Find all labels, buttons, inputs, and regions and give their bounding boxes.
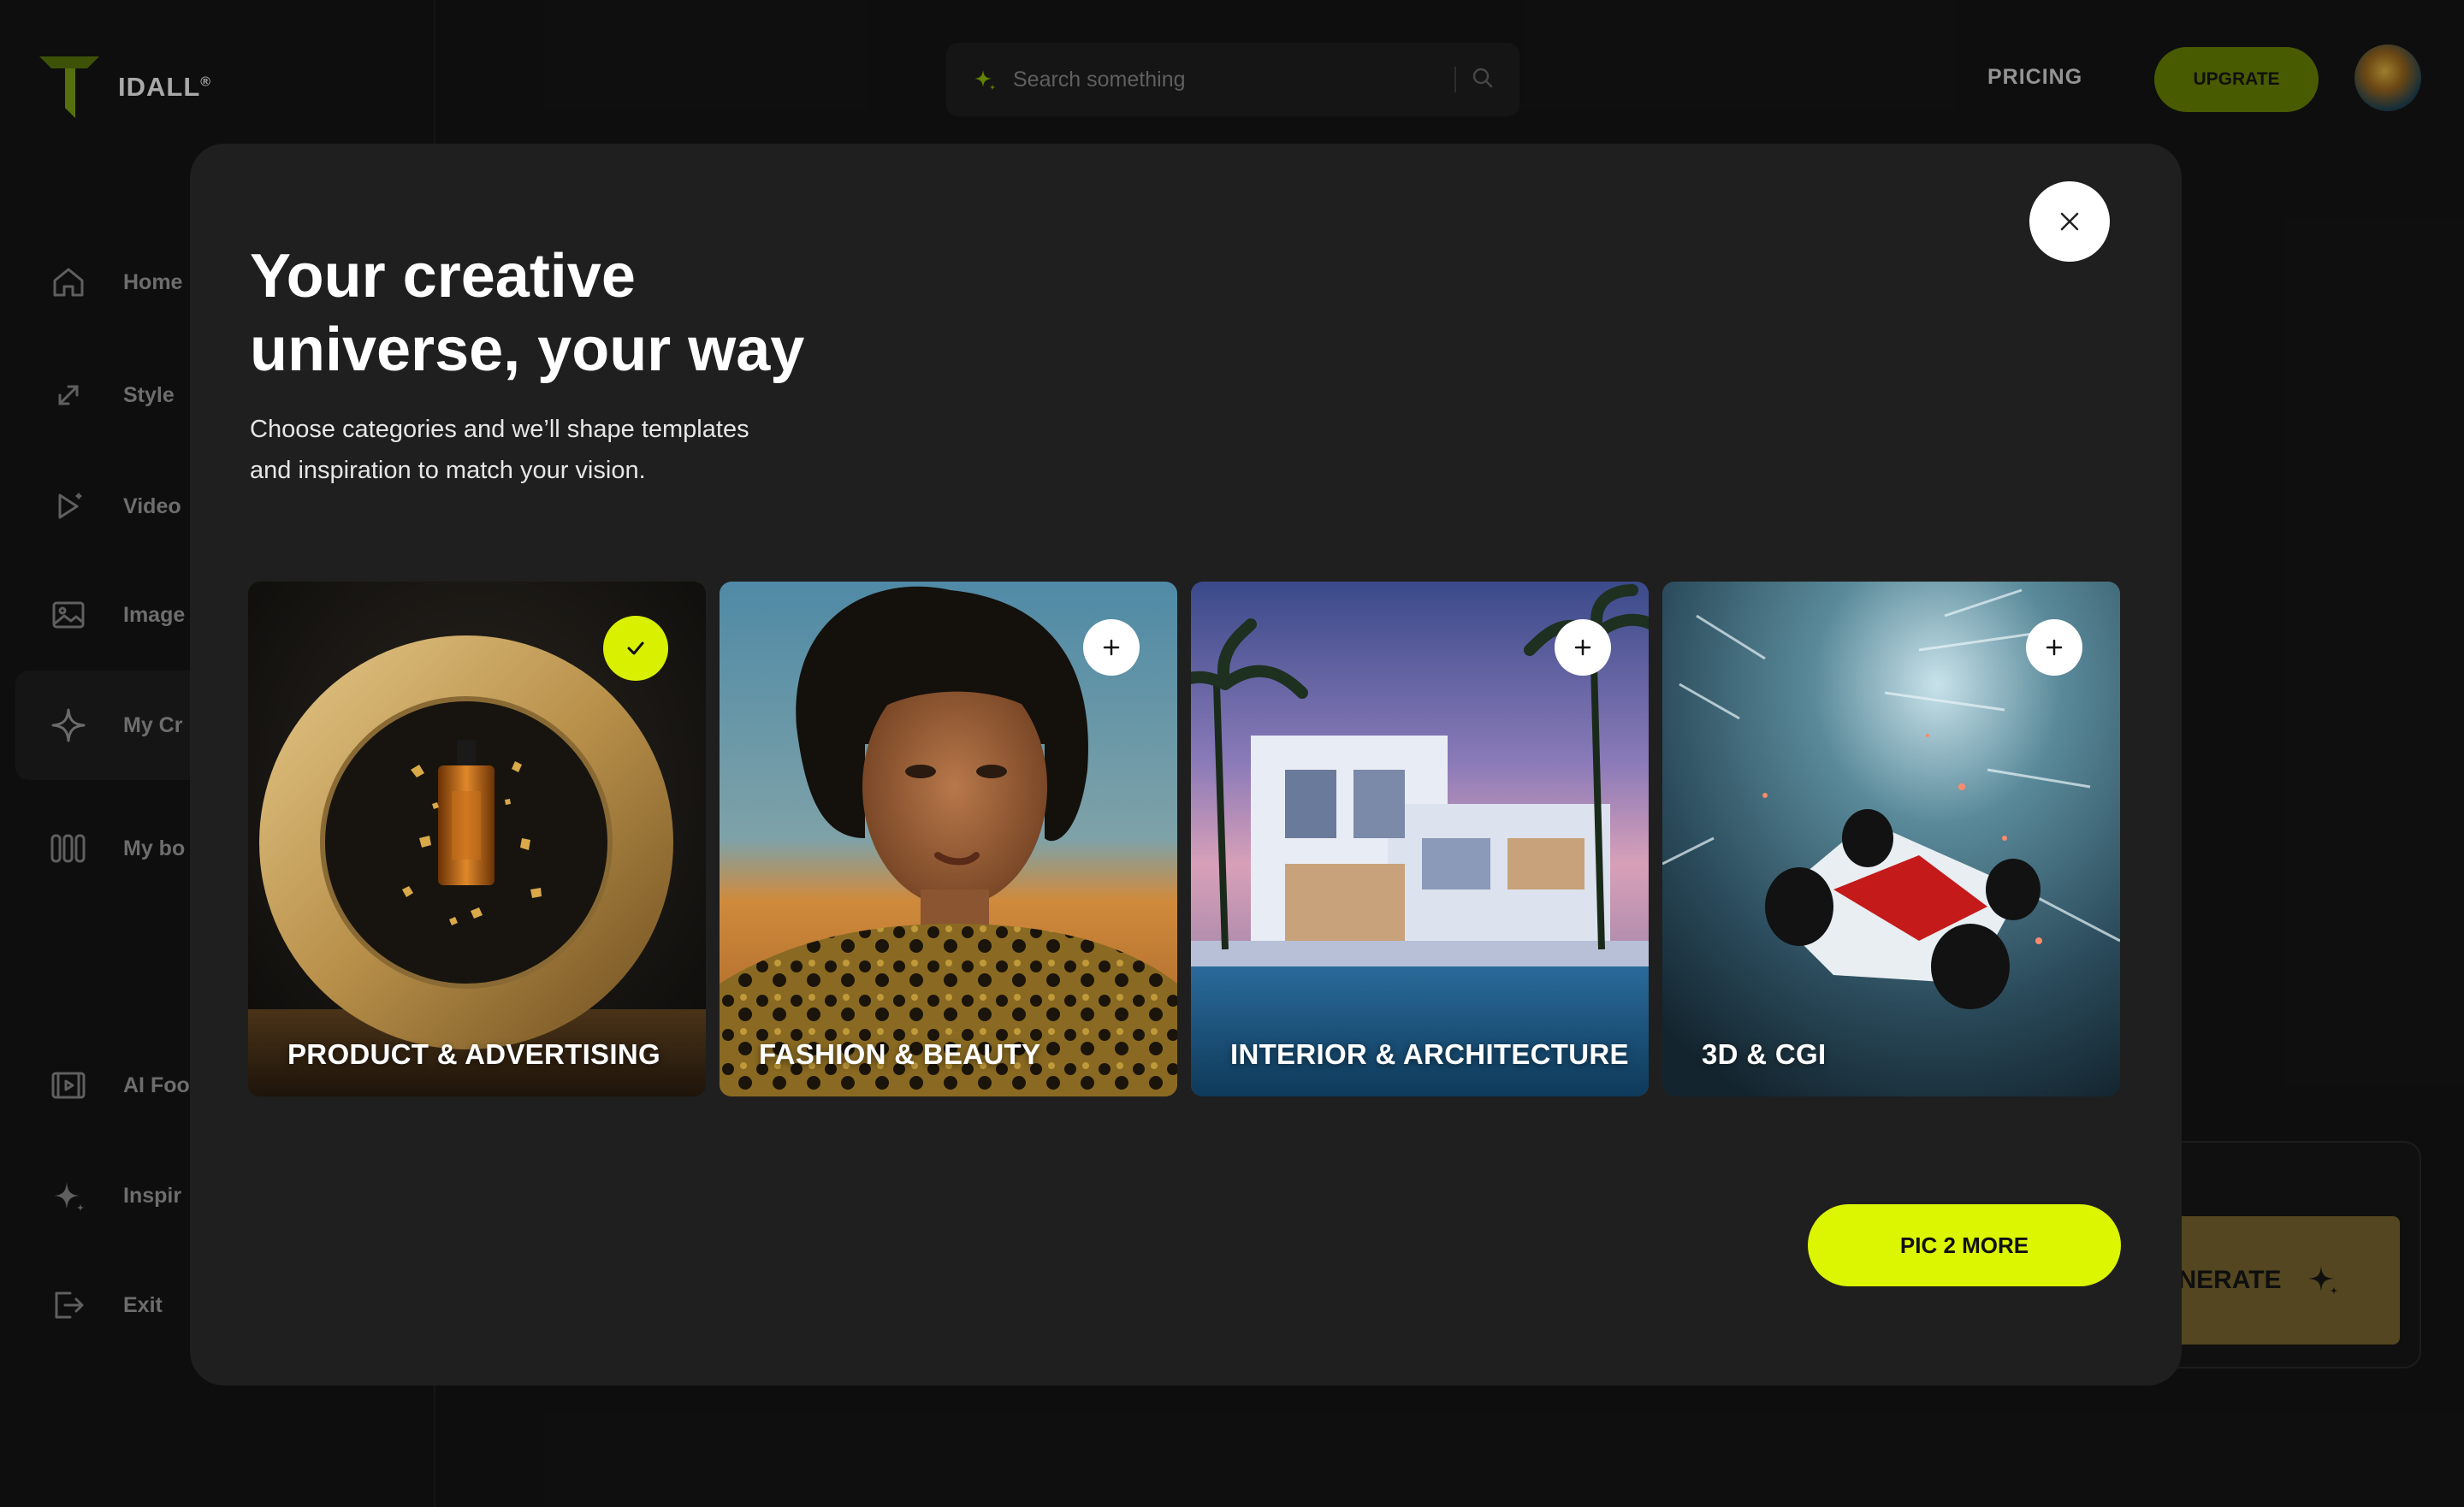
check-icon — [627, 641, 644, 655]
category-label: FASHION & BEAUTY — [759, 1038, 1041, 1070]
close-button[interactable] — [2029, 181, 2110, 262]
modal-title-line1: Your creative — [250, 242, 636, 310]
plus-icon — [1574, 639, 1591, 656]
category-select-toggle[interactable] — [1083, 619, 1140, 676]
category-label: 3D & CGI — [1702, 1038, 1827, 1070]
category-cards: PRODUCT & ADVERTISING FASHION & BEAUTY I… — [248, 582, 2122, 1096]
category-select-toggle[interactable] — [2026, 619, 2082, 676]
app-window: IDALL® Home Style Video Image My Cr My b… — [0, 0, 2464, 1507]
modal-title-line2: universe, your way — [250, 316, 805, 384]
category-card-interior-architecture[interactable]: INTERIOR & ARCHITECTURE — [1191, 582, 1649, 1096]
plus-icon — [2046, 639, 2063, 656]
plus-icon — [1103, 639, 1120, 656]
category-select-toggle[interactable] — [1555, 619, 1611, 676]
category-select-toggle[interactable] — [603, 616, 668, 681]
close-icon — [2060, 212, 2079, 231]
modal-title: Your creative universe, your way — [250, 239, 900, 387]
category-card-3d-cgi[interactable]: 3D & CGI — [1662, 582, 2120, 1096]
modal-subtitle-line2: and inspiration to match your vision. — [250, 457, 646, 484]
category-modal: Your creative universe, your way Choose … — [190, 144, 2182, 1386]
category-card-fashion-beauty[interactable]: FASHION & BEAUTY — [720, 582, 1177, 1096]
category-card-product-advertising[interactable]: PRODUCT & ADVERTISING — [248, 582, 706, 1096]
category-label: INTERIOR & ARCHITECTURE — [1230, 1038, 1629, 1070]
category-label: PRODUCT & ADVERTISING — [287, 1038, 660, 1070]
modal-subtitle-line1: Choose categories and we’ll shape templa… — [250, 416, 749, 443]
pick-more-button[interactable]: PIC 2 MORE — [1808, 1204, 2121, 1286]
modal-subtitle: Choose categories and we’ll shape templa… — [250, 409, 797, 491]
